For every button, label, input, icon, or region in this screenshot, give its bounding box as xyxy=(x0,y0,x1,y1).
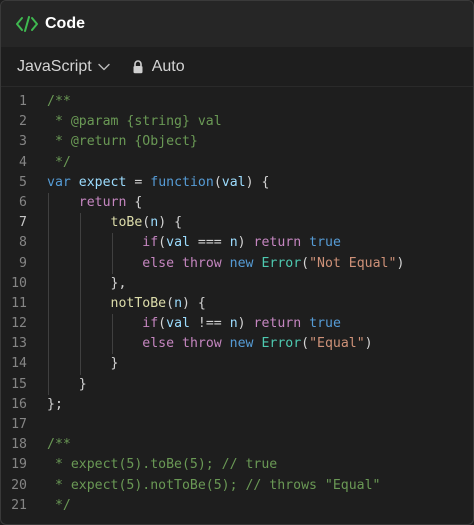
code-line: 5 var expect = function(val) { xyxy=(1,173,473,193)
code-line: 3 * @return {Object} xyxy=(1,132,473,152)
indent-guide xyxy=(79,213,81,234)
editor-toolbar: JavaScript Auto xyxy=(1,47,473,87)
code-line: 12 if(val !== n) return true xyxy=(1,314,473,335)
code-panel: Code JavaScript Auto 1 /** 2 * @param {s… xyxy=(0,0,474,525)
code-line: 20 * expect(5).notToBe(5); // throws "Eq… xyxy=(1,476,473,496)
panel-header: Code xyxy=(1,1,473,47)
code-text: /** xyxy=(47,437,71,453)
code-line: 17 xyxy=(1,415,473,435)
line-number: 18 xyxy=(11,437,27,453)
code-line: 9 else throw new Error("Not Equal") xyxy=(1,253,473,274)
code-line: 16 }; xyxy=(1,395,473,415)
code-line: 13 else throw new Error("Equal") xyxy=(1,334,473,355)
line-number: 9 xyxy=(19,255,27,271)
line-number: 4 xyxy=(19,154,27,170)
line-number: 10 xyxy=(11,275,27,291)
code-line: 14 } xyxy=(1,354,473,375)
indent-guide xyxy=(48,273,49,294)
line-number: 6 xyxy=(19,194,27,210)
line-number: 3 xyxy=(19,134,27,150)
indent-guide xyxy=(79,253,81,274)
panel-title: Code xyxy=(45,15,85,32)
code-text: var expect = function(val) { xyxy=(47,174,270,190)
line-number: 1 xyxy=(19,94,27,109)
line-number: 21 xyxy=(11,497,27,513)
line-number: 17 xyxy=(11,417,27,432)
indent-guide xyxy=(79,233,81,254)
code-text: } xyxy=(47,374,87,395)
indent-guide xyxy=(79,273,81,294)
indent-guide xyxy=(79,293,81,315)
line-number: 13 xyxy=(11,336,27,352)
code-brackets-icon xyxy=(15,14,39,34)
code-text: notToBe(n) { xyxy=(47,293,206,315)
language-label: JavaScript xyxy=(17,57,92,75)
language-select[interactable]: JavaScript xyxy=(17,58,110,76)
indent-guide xyxy=(79,314,81,335)
code-text: else throw new Error("Equal") xyxy=(47,334,373,355)
line-number: 2 xyxy=(19,114,27,130)
code-text: */ xyxy=(47,154,71,170)
code-text: * @return {Object} xyxy=(47,134,198,150)
line-number: 15 xyxy=(11,376,27,392)
indent-guide xyxy=(111,334,113,355)
indent-guide xyxy=(111,314,113,335)
line-number: 14 xyxy=(11,356,27,372)
code-line: 4 */ xyxy=(1,153,473,173)
code-line: 19 * expect(5).toBe(5); // true xyxy=(1,455,473,475)
code-line: 8 if(val === n) return true xyxy=(1,233,473,254)
lock-icon xyxy=(132,59,144,74)
line-number: 8 xyxy=(19,235,27,251)
code-text: else throw new Error("Not Equal") xyxy=(47,253,404,274)
indent-guide xyxy=(111,253,113,274)
line-number: 19 xyxy=(11,457,27,473)
indent-guide xyxy=(111,233,113,254)
code-line: 18 /** xyxy=(1,435,473,455)
indent-guide xyxy=(79,354,81,375)
indent-guide xyxy=(48,293,49,315)
code-line: 11 notToBe(n) { xyxy=(1,293,473,315)
code-line: 21 */ xyxy=(1,496,473,516)
code-editor[interactable]: 1 /** 2 * @param {string} val 3 * @retur… xyxy=(1,91,473,524)
code-line: 7 toBe(n) { xyxy=(1,213,473,234)
code-line: 2 * @param {string} val xyxy=(1,112,473,132)
code-text: }; xyxy=(47,396,63,412)
code-text: /** xyxy=(47,94,71,109)
indent-guide xyxy=(48,314,49,335)
indent-guide xyxy=(79,334,81,355)
line-number: 5 xyxy=(19,174,27,190)
code-text: * expect(5).toBe(5); // true xyxy=(47,457,278,473)
line-number: 20 xyxy=(11,477,27,493)
chevron-down-icon xyxy=(98,63,110,71)
code-text: } xyxy=(47,354,118,375)
indent-guide xyxy=(48,192,49,214)
code-text: */ xyxy=(47,497,71,513)
indent-guide xyxy=(48,374,49,395)
auto-mode-indicator[interactable]: Auto xyxy=(132,58,185,76)
code-text: }, xyxy=(47,273,126,294)
auto-mode-label: Auto xyxy=(151,57,185,75)
line-number: 11 xyxy=(11,295,27,311)
code-line: 6 return { xyxy=(1,192,473,214)
code-text: return { xyxy=(47,192,142,214)
code-text: * expect(5).notToBe(5); // throws "Equal… xyxy=(47,477,381,493)
code-line: 10 }, xyxy=(1,273,473,294)
indent-guide xyxy=(48,213,49,234)
line-number: 12 xyxy=(11,316,27,332)
indent-guide xyxy=(48,354,49,375)
indent-guide xyxy=(48,233,49,254)
code-text: * @param {string} val xyxy=(47,114,222,130)
code-text: toBe(n) { xyxy=(47,213,182,234)
code-text: if(val === n) return true xyxy=(47,233,341,254)
line-number: 16 xyxy=(11,396,27,412)
line-number: 7 xyxy=(19,215,27,231)
code-text: if(val !== n) return true xyxy=(47,314,341,335)
code-line: 15 } xyxy=(1,374,473,395)
indent-guide xyxy=(48,253,49,274)
code-line: 1 /** xyxy=(1,92,473,112)
indent-guide xyxy=(48,334,49,355)
